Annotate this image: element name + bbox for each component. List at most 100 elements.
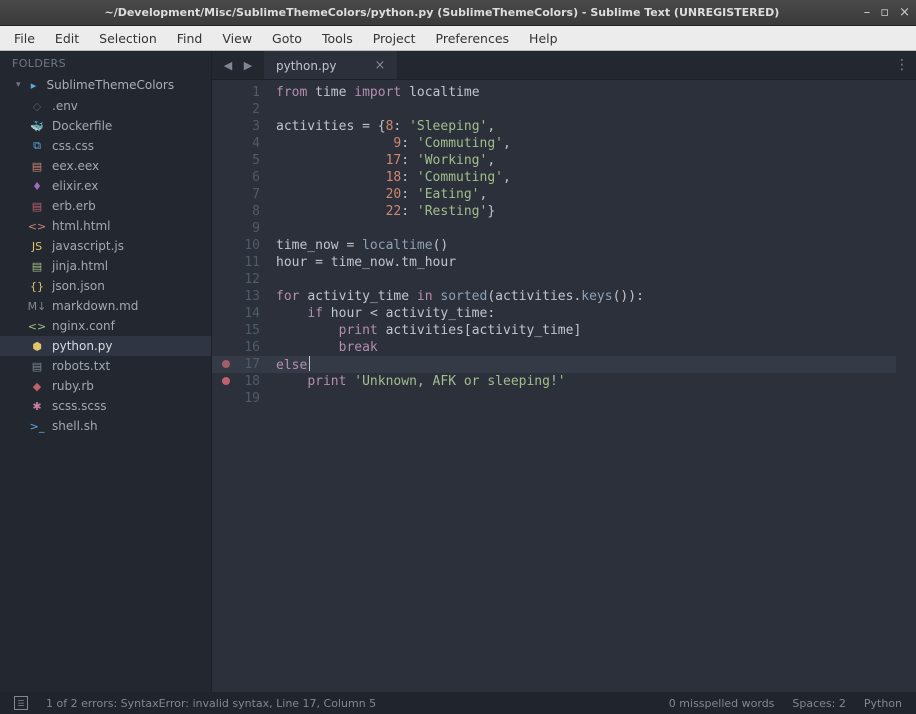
file-row[interactable]: ▤ jinja.html [0,256,211,276]
code-line: 17: 'Working', [276,152,896,169]
status-spaces[interactable]: Spaces: 2 [792,697,845,710]
status-error-text[interactable]: 1 of 2 errors: SyntaxError: invalid synt… [46,697,376,710]
tab-label: python.py [276,59,337,73]
file-row[interactable]: ▤ erb.erb [0,196,211,216]
tab-overflow-button[interactable]: ⋮ [888,51,916,79]
file-row[interactable]: <>html.html [0,216,211,236]
file-icon: <> [30,320,44,333]
menu-edit[interactable]: Edit [45,28,89,49]
code-area[interactable]: from time import localtimeactivities = {… [270,80,896,692]
line-number: 6 [212,169,260,186]
code-line: time_now = localtime() [276,237,896,254]
file-row[interactable]: JS javascript.js [0,236,211,256]
line-number: 5 [212,152,260,169]
file-row[interactable]: ✱scss.scss [0,396,211,416]
file-row[interactable]: ⧉css.css [0,136,211,156]
code-line: break [276,339,896,356]
file-label: elixir.ex [52,179,98,193]
window-title: ~/Development/Misc/SublimeThemeColors/py… [20,6,864,19]
file-label: javascript.js [52,239,124,253]
menu-file[interactable]: File [4,28,45,49]
menu-view[interactable]: View [212,28,262,49]
file-row[interactable]: ▤eex.eex [0,156,211,176]
file-icon: ◇ [30,100,44,113]
menu-find[interactable]: Find [167,28,213,49]
disclosure-icon: ▾ [16,80,21,90]
status-language[interactable]: Python [864,697,902,710]
line-number: 11 [212,254,260,271]
line-number: 8 [212,203,260,220]
line-number: 7 [212,186,260,203]
file-icon: ▤ [30,260,44,273]
code-line: if hour < activity_time: [276,305,896,322]
menu-goto[interactable]: Goto [262,28,312,49]
file-row[interactable]: ◆ruby.rb [0,376,211,396]
statusbar: ☰ 1 of 2 errors: SyntaxError: invalid sy… [0,692,916,714]
sidebar: FOLDERS ▾ ▸ SublimeThemeColors ◇.env🐳Doc… [0,51,212,692]
code-line: for activity_time in sorted(activities.k… [276,288,896,305]
code-line [276,271,896,288]
file-label: css.css [52,139,94,153]
menubar: FileEditSelectionFindViewGotoToolsProjec… [0,26,916,51]
editor[interactable]: 12345678910111213141516171819 from time … [212,80,916,692]
code-line [276,220,896,237]
file-icon: ▤ [30,200,44,213]
nav-back-button[interactable]: ◀ [220,57,236,73]
line-number: 10 [212,237,260,254]
file-label: .env [52,99,78,113]
menu-preferences[interactable]: Preferences [426,28,520,49]
status-panel-icon[interactable]: ☰ [14,696,28,710]
file-row[interactable]: ▤ robots.txt [0,356,211,376]
code-line [276,390,896,407]
file-row[interactable]: >_ shell.sh [0,416,211,436]
file-label: Dockerfile [52,119,112,133]
close-window-button[interactable]: × [899,5,910,20]
folder-label: SublimeThemeColors [47,78,175,92]
line-number: 12 [212,271,260,288]
file-icon: JS [30,240,44,253]
file-row[interactable]: {}json.json [0,276,211,296]
code-line [276,101,896,118]
window-titlebar: ~/Development/Misc/SublimeThemeColors/py… [0,0,916,26]
menu-help[interactable]: Help [519,28,568,49]
file-row[interactable]: <>nginx.conf [0,316,211,336]
file-label: jinja.html [52,259,108,273]
line-number: 2 [212,101,260,118]
file-label: robots.txt [52,359,110,373]
file-icon: ▤ [30,160,44,173]
file-row[interactable]: 🐳Dockerfile [0,116,211,136]
file-label: ruby.rb [52,379,94,393]
file-icon: >_ [30,420,44,433]
code-line: 9: 'Commuting', [276,135,896,152]
file-row[interactable]: ◇ .env [0,96,211,116]
line-number: 15 [212,322,260,339]
code-line: 22: 'Resting'} [276,203,896,220]
nav-forward-button[interactable]: ▶ [240,57,256,73]
file-icon: ▤ [30,360,44,373]
file-label: shell.sh [52,419,98,433]
line-number: 19 [212,390,260,407]
tab-close-button[interactable]: × [375,58,386,73]
file-icon: <> [30,220,44,233]
file-row[interactable]: ♦elixir.ex [0,176,211,196]
file-row[interactable]: ⬢python.py [0,336,211,356]
line-number: 13 [212,288,260,305]
menu-selection[interactable]: Selection [89,28,167,49]
tabbar: ◀ ▶ python.py × ⋮ [212,51,916,80]
folder-icon: ▸ [27,79,41,92]
line-number: 1 [212,84,260,101]
code-line: else [276,356,896,373]
file-row[interactable]: M↓markdown.md [0,296,211,316]
file-label: erb.erb [52,199,96,213]
menu-project[interactable]: Project [363,28,426,49]
file-label: scss.scss [52,399,107,413]
maximize-button[interactable]: ▫ [880,5,889,20]
tab-python[interactable]: python.py × [264,51,397,79]
minimize-button[interactable]: – [864,5,871,20]
folder-row[interactable]: ▾ ▸ SublimeThemeColors [0,74,211,96]
menu-tools[interactable]: Tools [312,28,363,49]
status-misspelled[interactable]: 0 misspelled words [669,697,775,710]
line-number: 3 [212,118,260,135]
file-icon: {} [30,280,44,293]
minimap[interactable] [896,80,916,692]
